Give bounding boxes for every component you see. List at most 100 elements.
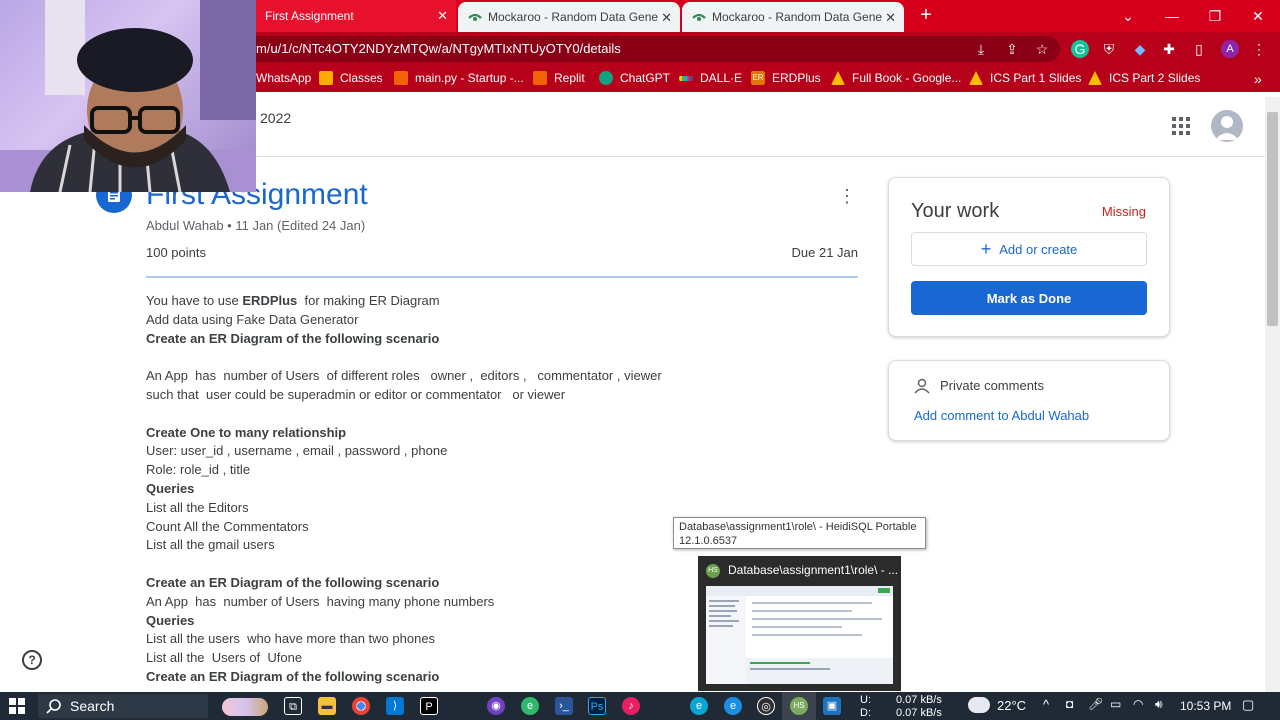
- virtualbox-icon[interactable]: ▣: [823, 697, 841, 715]
- tab-search-icon[interactable]: ⌄: [1106, 0, 1150, 32]
- puzzle-extensions-icon[interactable]: ✚: [1160, 40, 1178, 58]
- status-badge: Missing: [1101, 204, 1146, 219]
- file-explorer-icon[interactable]: ▬: [318, 697, 336, 715]
- menu-kebab-icon[interactable]: ⋮: [1250, 40, 1268, 58]
- show-hidden-icons[interactable]: ^: [1043, 697, 1049, 712]
- bookmark-classes[interactable]: Classes: [319, 71, 383, 85]
- side-panel-icon[interactable]: ▯: [1190, 40, 1208, 58]
- chrome-icon[interactable]: [352, 697, 370, 715]
- battery-icon[interactable]: ▭: [1110, 697, 1121, 711]
- google-drive-icon: [1088, 71, 1102, 85]
- vscode-icon[interactable]: ⟩: [386, 697, 404, 715]
- new-tab-button[interactable]: +: [916, 4, 936, 26]
- tab-label: First Assignment: [265, 9, 354, 23]
- description-line: Create an ER Diagram of the following sc…: [146, 330, 846, 349]
- minimize-button[interactable]: —: [1150, 0, 1194, 32]
- description-text: List all the users who have more than tw…: [146, 631, 436, 647]
- close-tab-icon[interactable]: ✕: [437, 8, 448, 24]
- description-line: [146, 348, 846, 367]
- tab-mockaroo-2[interactable]: Mockaroo - Random Data Gener ✕: [682, 2, 904, 32]
- description-text: Queries: [146, 480, 195, 496]
- share-icon[interactable]: ⇪: [1003, 40, 1021, 58]
- grammarly-extension-icon[interactable]: G: [1071, 40, 1089, 58]
- edge-beta-icon[interactable]: e: [724, 697, 742, 715]
- description-text: List all the Editors: [146, 499, 249, 515]
- search-label: Search: [70, 698, 115, 714]
- temperature[interactable]: 22°C: [997, 698, 1026, 713]
- bookmark-whatsapp[interactable]: WhatsApp: [256, 71, 311, 85]
- description-text: Count All the Commentators: [146, 518, 309, 534]
- notifications-icon[interactable]: ▢: [1242, 697, 1254, 713]
- windows-start-icon[interactable]: [9, 698, 25, 714]
- active-app-highlight: [782, 692, 816, 720]
- add-or-create-button[interactable]: + Add or create: [911, 232, 1147, 266]
- close-tab-icon[interactable]: ✕: [885, 10, 896, 26]
- shield-extension-icon[interactable]: ⛨: [1100, 40, 1118, 58]
- taskbar-search[interactable]: Search: [38, 694, 208, 718]
- bookmark-star-icon[interactable]: ☆: [1033, 40, 1051, 58]
- address-bar[interactable]: m/u/1/c/NTc4OTY2NDYzMTQw/a/NTgyMTIxNTUyO…: [200, 36, 1060, 62]
- edge-icon[interactable]: e: [690, 697, 708, 715]
- description-line: You have to use ERDPlus for making ER Di…: [146, 292, 846, 311]
- scrollbar-thumb[interactable]: [1267, 112, 1278, 326]
- profile-avatar[interactable]: A: [1221, 40, 1239, 58]
- presenter-video: [0, 0, 256, 192]
- obs-icon[interactable]: ◎: [757, 697, 775, 715]
- classroom-icon: [319, 71, 333, 85]
- more-bookmarks-button[interactable]: »: [1254, 71, 1262, 87]
- google-apps-icon[interactable]: [1172, 117, 1190, 135]
- webcam-overlay: [0, 0, 256, 192]
- class-name[interactable]: 2022: [260, 110, 291, 126]
- task-view-icon[interactable]: ⧉: [284, 697, 302, 715]
- camera-icon[interactable]: ◘: [1066, 697, 1073, 711]
- divider: [146, 276, 858, 278]
- pycharm-icon[interactable]: P: [420, 697, 438, 715]
- restore-button[interactable]: ❐: [1193, 0, 1237, 32]
- bookmark-chatgpt[interactable]: ChatGPT: [599, 71, 670, 85]
- description-line: Queries: [146, 480, 846, 499]
- extension-icon[interactable]: ◆: [1131, 40, 1149, 58]
- replit-icon: [394, 71, 408, 85]
- powershell-icon[interactable]: ›_: [555, 697, 573, 715]
- description-text: An App has number of Users having many p…: [146, 593, 495, 609]
- bookmark-ics-part2[interactable]: ICS Part 2 Slides: [1088, 71, 1200, 85]
- url-text: m/u/1/c/NTc4OTY2NDYzMTQw/a/NTgyMTIxNTUyO…: [256, 41, 621, 56]
- bookmark-replit[interactable]: Replit: [533, 71, 585, 85]
- github-icon[interactable]: ◉: [487, 697, 505, 715]
- add-private-comment-link[interactable]: Add comment to Abdul Wahab: [914, 408, 1089, 423]
- more-options-icon[interactable]: ⋮: [838, 185, 856, 207]
- heidisql-thumbnail: [706, 586, 893, 684]
- volume-icon[interactable]: 🔊︎: [1155, 697, 1163, 712]
- description-text: Role: role_id , title: [146, 462, 251, 478]
- bookmark-main-py[interactable]: main.py - Startup -...: [394, 71, 524, 85]
- tiktok-icon[interactable]: ♪: [622, 697, 640, 715]
- close-window-button[interactable]: ✕: [1236, 0, 1280, 32]
- bookmark-label: WhatsApp: [256, 71, 312, 85]
- tab-mockaroo-1[interactable]: Mockaroo - Random Data Gener ✕: [458, 2, 680, 32]
- edge-dev-icon[interactable]: e: [521, 697, 539, 715]
- private-comments-card: [888, 360, 1170, 441]
- clock[interactable]: 10:53 PM: [1180, 699, 1231, 713]
- description-text: Create an ER Diagram of the following sc…: [146, 574, 440, 590]
- net-up-speed: 0.07 kB/s: [896, 694, 942, 706]
- bookmark-dalle[interactable]: DALL·E: [679, 71, 742, 85]
- bookmark-full-book[interactable]: Full Book - Google...: [831, 71, 961, 85]
- weather-icon[interactable]: [968, 697, 990, 713]
- description-line: List all the Editors: [146, 499, 846, 518]
- bookmark-erdplus[interactable]: ER ERDPlus: [751, 71, 821, 85]
- microphone-icon[interactable]: 🎤︎: [1088, 697, 1103, 711]
- tab-first-assignment[interactable]: First Assignment ✕: [256, 0, 456, 32]
- wifi-icon[interactable]: ◠: [1133, 697, 1143, 711]
- photoshop-icon[interactable]: Ps: [588, 697, 606, 715]
- account-avatar[interactable]: [1211, 110, 1243, 142]
- description-text: ERDPlus: [242, 293, 298, 308]
- preview-title: Database\assignment1\role\ - ...: [728, 563, 899, 577]
- mark-as-done-button[interactable]: Mark as Done: [911, 281, 1147, 315]
- bookmark-ics-part1[interactable]: ICS Part 1 Slides: [969, 71, 1081, 85]
- close-tab-icon[interactable]: ✕: [661, 10, 672, 26]
- tab-label: Mockaroo - Random Data Gener: [712, 10, 882, 24]
- assignment-meta: Abdul Wahab • 11 Jan (Edited 24 Jan): [146, 218, 366, 233]
- install-icon[interactable]: ⤓: [972, 40, 990, 58]
- user-silhouette-icon: [1215, 116, 1239, 140]
- help-icon[interactable]: ?: [22, 650, 42, 670]
